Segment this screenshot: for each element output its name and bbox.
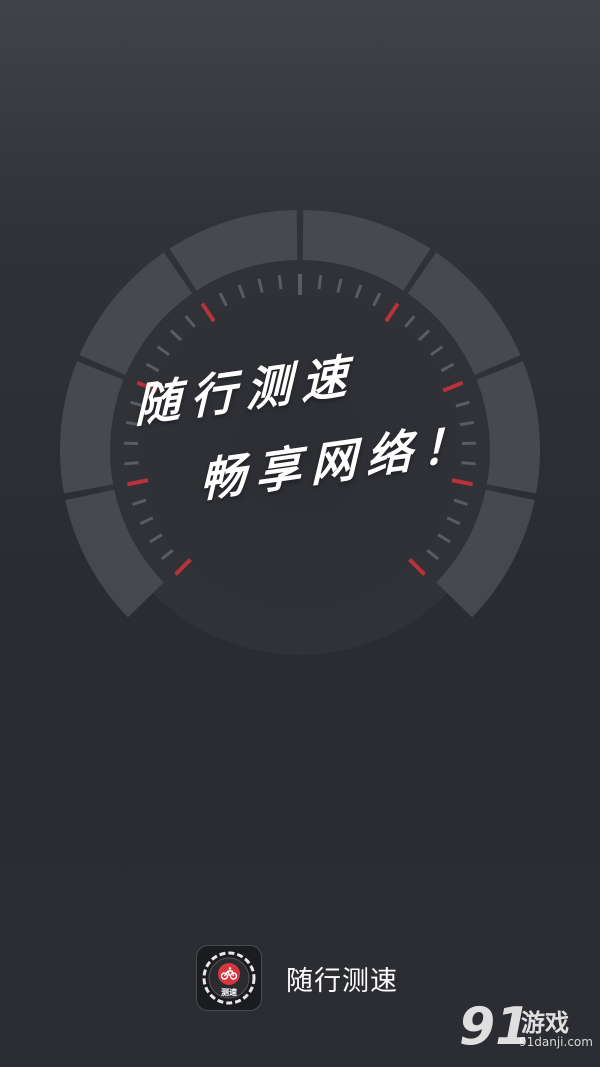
gauge-tick [317,275,323,290]
splash-screen: 随行测速 畅享网络！ 测速 随行测速 91 游戏 91danji.com [0,0,600,1067]
speedometer-icon: 测速 [202,951,256,1005]
gauge-tick [124,461,139,466]
app-icon-label: 测速 [221,987,237,997]
app-branding: 测速 随行测速 [196,944,398,1012]
app-name: 随行测速 [286,965,398,997]
site-watermark: 91 游戏 91danji.com [459,997,594,1059]
gauge-tick [277,275,283,290]
watermark-name: 游戏 [521,1009,569,1037]
app-icon: 测速 [196,945,262,1011]
gauge-tick [124,441,139,446]
watermark-url: 91danji.com [519,1035,593,1049]
